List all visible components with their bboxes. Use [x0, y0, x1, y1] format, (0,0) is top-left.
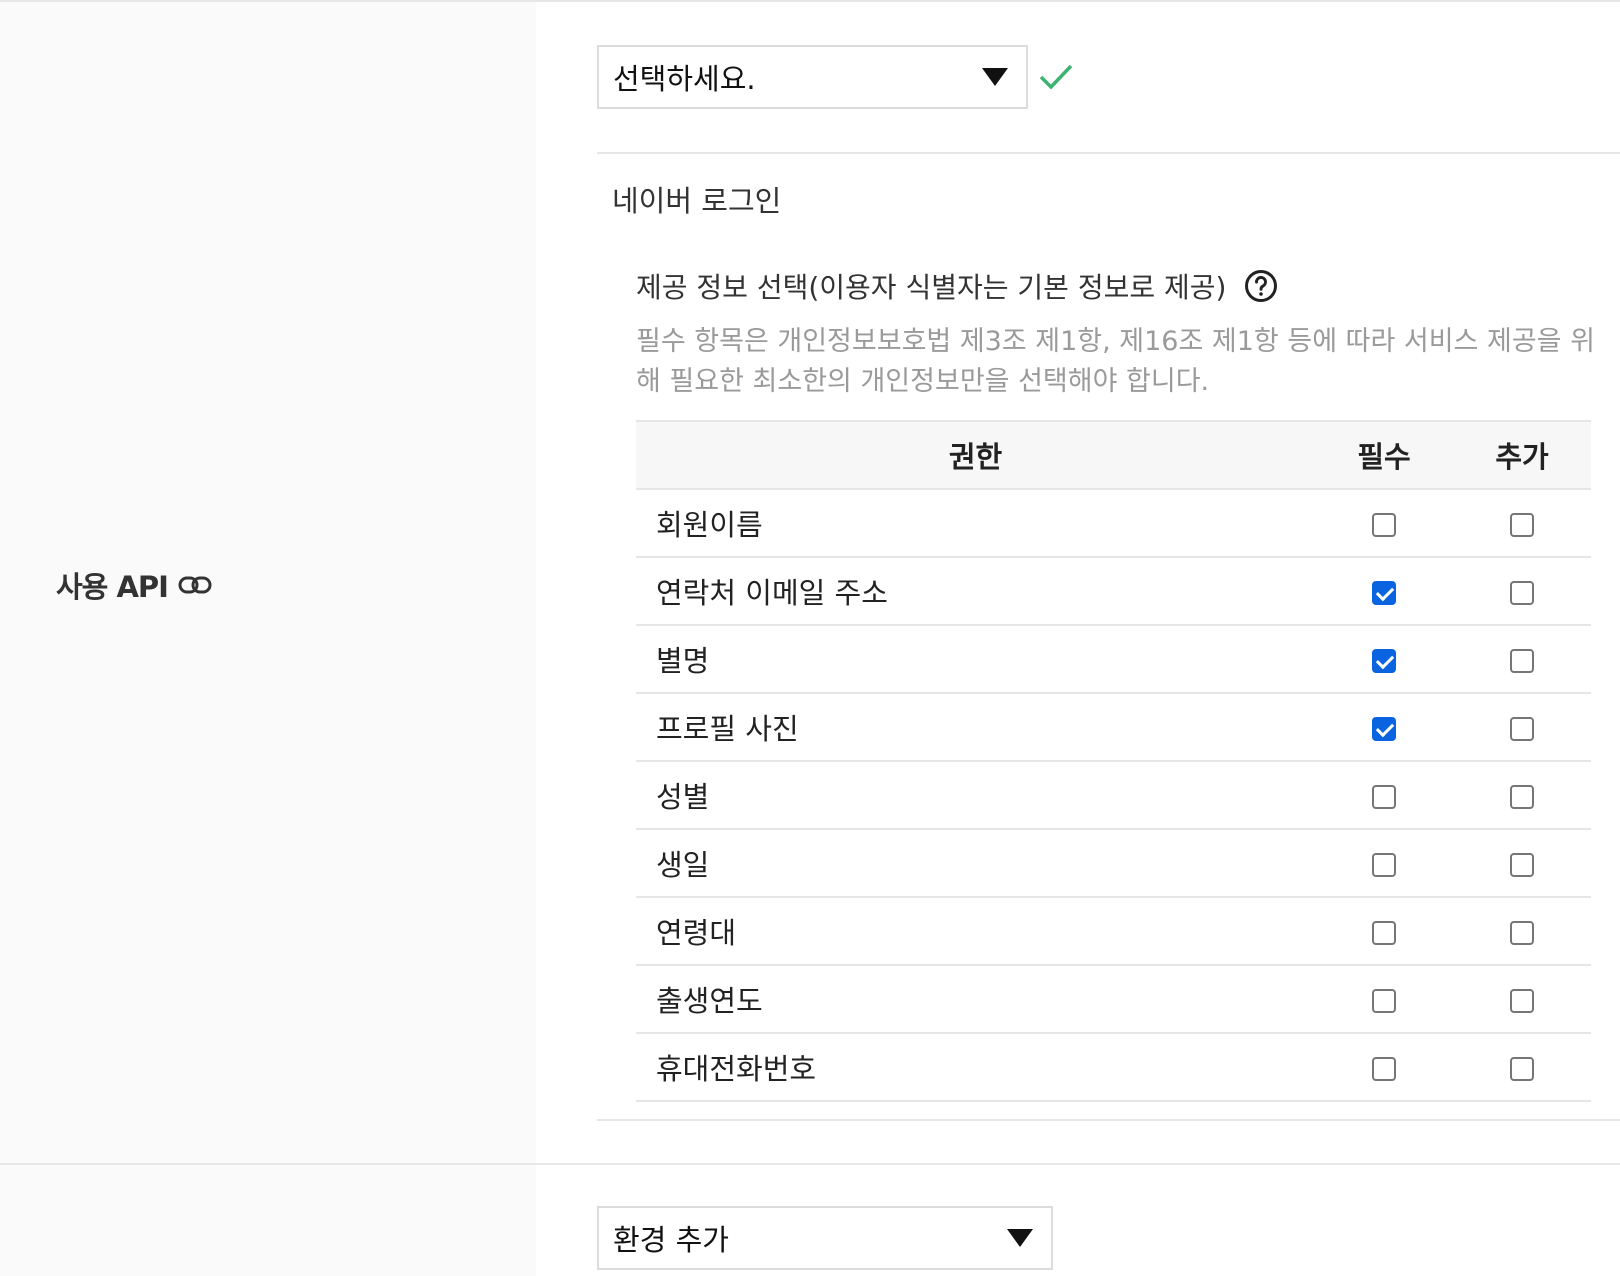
info-selection-heading: 제공 정보 선택(이용자 식별자는 기본 정보로 제공) [636, 266, 1278, 306]
permission-name: 회원이름 [636, 489, 1315, 558]
header-required: 필수 [1315, 420, 1453, 490]
additional-checkbox[interactable] [1510, 921, 1534, 945]
additional-checkbox[interactable] [1510, 1057, 1534, 1081]
header-permission: 권한 [636, 420, 1315, 490]
section-divider-bottom [597, 1119, 1620, 1121]
table-row: 생일 [636, 829, 1591, 898]
permission-name: 생일 [636, 829, 1315, 898]
permission-name: 출생연도 [636, 965, 1315, 1034]
api-select-dropdown[interactable]: 선택하세요. [597, 45, 1028, 109]
info-selection-title: 제공 정보 선택(이용자 식별자는 기본 정보로 제공) [636, 271, 1227, 304]
additional-checkbox[interactable] [1510, 581, 1534, 605]
required-checkbox[interactable] [1372, 921, 1396, 945]
section-title: 네이버 로그인 [612, 184, 782, 218]
additional-checkbox[interactable] [1510, 853, 1534, 877]
permission-name: 별명 [636, 625, 1315, 694]
table-row: 연령대 [636, 897, 1591, 966]
permission-name: 휴대전화번호 [636, 1033, 1315, 1102]
additional-checkbox[interactable] [1510, 989, 1534, 1013]
check-icon [1039, 64, 1073, 90]
additional-checkbox[interactable] [1510, 649, 1534, 673]
required-checkbox[interactable] [1372, 989, 1396, 1013]
table-row: 휴대전화번호 [636, 1033, 1591, 1102]
api-label-text: 사용 API [56, 570, 169, 604]
additional-checkbox[interactable] [1510, 513, 1534, 537]
required-checkbox[interactable] [1372, 853, 1396, 877]
environment-select-value: 환경 추가 [613, 1223, 729, 1257]
required-checkbox[interactable] [1372, 1057, 1396, 1081]
required-checkbox[interactable] [1372, 717, 1396, 741]
environment-add-dropdown[interactable]: 환경 추가 [597, 1206, 1053, 1270]
link-icon[interactable] [178, 573, 212, 597]
caret-down-icon [1007, 1229, 1033, 1247]
privacy-description: 필수 항목은 개인정보보호법 제3조 제1항, 제16조 제1항 등에 따라 서… [636, 326, 1595, 397]
table-row: 회원이름 [636, 489, 1591, 558]
page: 사용 API 선택하세요. 네이버 로그인 제공 정보 선택(이용자 식별자는 … [0, 0, 1620, 1276]
row-divider [0, 1163, 1620, 1165]
section-divider-top [597, 152, 1620, 154]
additional-checkbox[interactable] [1510, 717, 1534, 741]
table-row: 프로필 사진 [636, 693, 1591, 762]
table-row: 별명 [636, 625, 1591, 694]
additional-checkbox[interactable] [1510, 785, 1534, 809]
permission-name: 성별 [636, 761, 1315, 830]
table-row: 출생연도 [636, 965, 1591, 1034]
permission-name: 연락처 이메일 주소 [636, 557, 1315, 626]
caret-down-icon [982, 68, 1008, 86]
table-row: 성별 [636, 761, 1591, 830]
api-select-value: 선택하세요. [613, 62, 756, 96]
required-checkbox[interactable] [1372, 785, 1396, 809]
left-label-panel [0, 2, 536, 1276]
table-header-row: 권한 필수 추가 [636, 420, 1591, 490]
table-row: 연락처 이메일 주소 [636, 557, 1591, 626]
required-checkbox[interactable] [1372, 513, 1396, 537]
header-additional: 추가 [1453, 420, 1591, 490]
api-label: 사용 API [56, 564, 212, 606]
permission-name: 연령대 [636, 897, 1315, 966]
required-checkbox[interactable] [1372, 581, 1396, 605]
permission-name: 프로필 사진 [636, 693, 1315, 762]
permission-table: 권한 필수 추가 회원이름 연락처 이메일 주소 별명 프로필 사진 성별 생일… [636, 420, 1591, 1102]
required-checkbox[interactable] [1372, 649, 1396, 673]
help-icon[interactable] [1244, 269, 1278, 303]
